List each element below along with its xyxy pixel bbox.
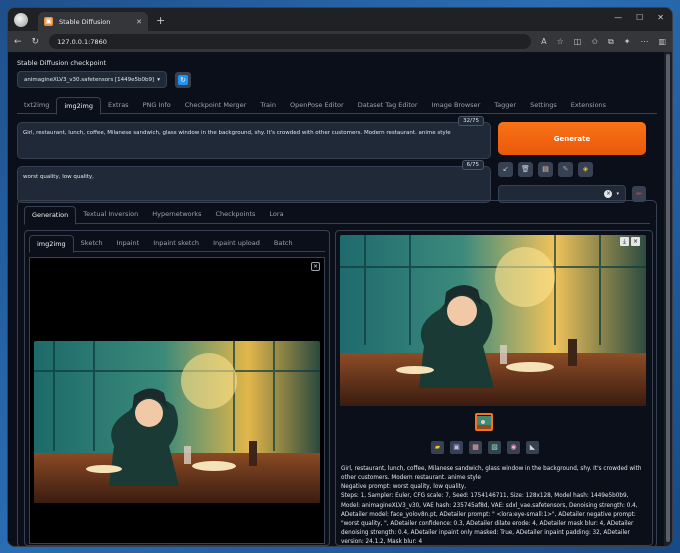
scrollbar-thumb[interactable] (666, 54, 670, 542)
profile-avatar[interactable] (14, 12, 28, 27)
tab-title: Stable Diffusion (59, 17, 111, 26)
output-image[interactable]: ⤓ × (340, 235, 646, 406)
tab-settings[interactable]: Settings (523, 97, 564, 113)
address-bar-row: ← ↻ ⓘ 127.0.0.1:7860 A ☆ ◫ ✩ ⧉ ✦ ⋯ ▥ (8, 31, 672, 251)
folder-icon[interactable]: ▰ (431, 441, 444, 454)
close-window-icon[interactable]: ✕ (657, 13, 664, 22)
new-tab-icon[interactable]: + (156, 14, 165, 27)
window-controls: — ☐ ✕ (614, 13, 664, 22)
close-tab-icon[interactable]: ✕ (136, 18, 142, 26)
tab-sketch[interactable]: Sketch (74, 235, 110, 251)
tab-inpaint[interactable]: Inpaint (110, 235, 147, 251)
favorites-icon[interactable]: ✩ (591, 37, 598, 47)
trash-icon[interactable]: 🗑 (518, 162, 533, 177)
tab-txt2img[interactable]: txt2img (17, 97, 56, 113)
split-screen-icon[interactable]: ◫ (574, 37, 582, 47)
generate-button[interactable]: Generate (498, 122, 646, 155)
output-actions: ▰ ▣ ▦ ▧ ◉ ◣ (431, 441, 539, 454)
tab-lora[interactable]: Lora (262, 206, 290, 223)
tab-img2img[interactable]: img2img (56, 97, 102, 115)
tab-tagger[interactable]: Tagger (487, 97, 523, 113)
tab-generation[interactable]: Generation (24, 206, 77, 225)
browser-window: ▣ Stable Diffusion ✕ + — ☐ ✕ ← ↻ ⓘ 127.0… (7, 7, 673, 547)
title-bar: ▣ Stable Diffusion ✕ + — ☐ ✕ (8, 8, 672, 31)
input-image (34, 341, 320, 503)
collections-icon[interactable]: ⧉ (608, 37, 614, 47)
save-icon[interactable]: ▣ (450, 441, 463, 454)
info-prompt: Girl, restaurant, lunch, coffee, Milanes… (341, 466, 642, 482)
positive-prompt-input[interactable]: Girl, restaurant, lunch, coffee, Milanes… (17, 116, 491, 159)
chevron-down-icon: ▾ (616, 191, 619, 197)
tab-hypernetworks[interactable]: Hypernetworks (145, 206, 208, 223)
back-icon[interactable]: ← (14, 37, 22, 47)
favicon-icon: ▣ (44, 17, 53, 26)
download-icon[interactable]: ⤓ (620, 237, 629, 246)
sidebar-icon[interactable]: ▥ (658, 37, 666, 47)
menu-icon[interactable]: ⋯ (640, 37, 648, 47)
image-canvas[interactable]: × (29, 257, 325, 544)
browser-tab[interactable]: ▣ Stable Diffusion ✕ (38, 12, 148, 31)
tab-extras[interactable]: Extras (101, 97, 136, 113)
read-params-icon[interactable]: ↙ (498, 162, 513, 177)
output-thumbnail[interactable] (475, 413, 493, 431)
clear-style-icon[interactable]: × (604, 190, 613, 198)
copilot-icon[interactable]: ✦ (624, 37, 631, 47)
sub-tabs: Generation Textual Inversion Hypernetwor… (24, 206, 650, 225)
style-apply-icon[interactable]: ✎ (558, 162, 573, 177)
generation-info: Girl, restaurant, lunch, coffee, Milanes… (341, 465, 647, 546)
generation-panel: Generation Textual Inversion Hypernetwor… (17, 200, 657, 546)
input-image-pane: img2img Sketch Inpaint Inpaint sketch In… (24, 230, 330, 546)
negative-prompt-input[interactable]: worst quality, low quality, 6/75 (17, 160, 491, 203)
negative-token-counter: 6/75 (461, 160, 484, 170)
browser-toolbar: A ☆ ◫ ✩ ⧉ ✦ ⋯ ▥ (541, 37, 666, 47)
tab-checkpoints[interactable]: Checkpoints (208, 206, 262, 223)
reload-icon[interactable]: ↻ (32, 37, 40, 47)
tab-checkpoint-merger[interactable]: Checkpoint Merger (178, 97, 254, 113)
tab-textual-inversion[interactable]: Textual Inversion (76, 206, 145, 223)
mode-tabs: img2img Sketch Inpaint Inpaint sketch In… (29, 235, 325, 253)
refresh-icon: ↻ (178, 74, 188, 85)
close-icon[interactable]: × (631, 237, 640, 246)
tab-train[interactable]: Train (253, 97, 283, 113)
send-to-img2img-icon[interactable]: ▧ (488, 441, 501, 454)
favorite-star-icon[interactable]: ☆ (557, 37, 564, 47)
close-icon[interactable]: × (311, 262, 320, 271)
main-tabs: txt2img img2img Extras PNG Info Checkpoi… (17, 97, 657, 115)
checkpoint-label: Stable Diffusion checkpoint (17, 59, 107, 67)
refresh-checkpoint-button[interactable]: ↻ (175, 71, 191, 88)
info-params: Steps: 1, Sampler: Euler, CFG scale: 7, … (341, 493, 638, 545)
extra-networks-icon[interactable]: ◈ (578, 162, 593, 177)
address-bar[interactable]: ⓘ 127.0.0.1:7860 (13, 34, 532, 251)
maximize-icon[interactable]: ☐ (636, 13, 643, 22)
send-to-extras-icon[interactable]: ◣ (526, 441, 539, 454)
page-scrollbar[interactable] (664, 52, 672, 546)
tab-mode-img2img[interactable]: img2img (29, 235, 74, 253)
checkpoint-value: animagineXLV3_v30.safetensors [1449e5b0b… (24, 76, 155, 83)
zip-icon[interactable]: ▦ (469, 441, 482, 454)
negative-prompt-text: worst quality, low quality, (23, 174, 94, 180)
tab-batch[interactable]: Batch (267, 235, 300, 251)
tab-openpose-editor[interactable]: OpenPose Editor (283, 97, 351, 113)
url-text: 127.0.0.1:7860 (57, 37, 107, 46)
send-to-inpaint-icon[interactable]: ◉ (507, 441, 520, 454)
output-pane: ⤓ × ▰ ▣ ▦ ▧ ◉ ◣ Girl, restaurant, lunch,… (335, 230, 653, 546)
positive-prompt-text: Girl, restaurant, lunch, coffee, Milanes… (23, 130, 451, 136)
tab-extensions[interactable]: Extensions (564, 97, 613, 113)
clipboard-icon[interactable]: ▤ (538, 162, 553, 177)
tab-inpaint-upload[interactable]: Inpaint upload (206, 235, 267, 251)
chevron-down-icon: ▾ (157, 76, 160, 83)
positive-token-counter: 32/75 (458, 116, 484, 126)
tab-png-info[interactable]: PNG Info (136, 97, 178, 113)
tab-image-browser[interactable]: Image Browser (425, 97, 488, 113)
minimize-icon[interactable]: — (614, 13, 622, 22)
tab-inpaint-sketch[interactable]: Inpaint sketch (146, 235, 206, 251)
tab-dataset-tag-editor[interactable]: Dataset Tag Editor (351, 97, 425, 113)
checkpoint-select[interactable]: animagineXLV3_v30.safetensors [1449e5b0b… (17, 71, 167, 88)
info-negative: Negative prompt: worst quality, low qual… (341, 484, 467, 491)
read-aloud-icon[interactable]: A (541, 37, 546, 47)
